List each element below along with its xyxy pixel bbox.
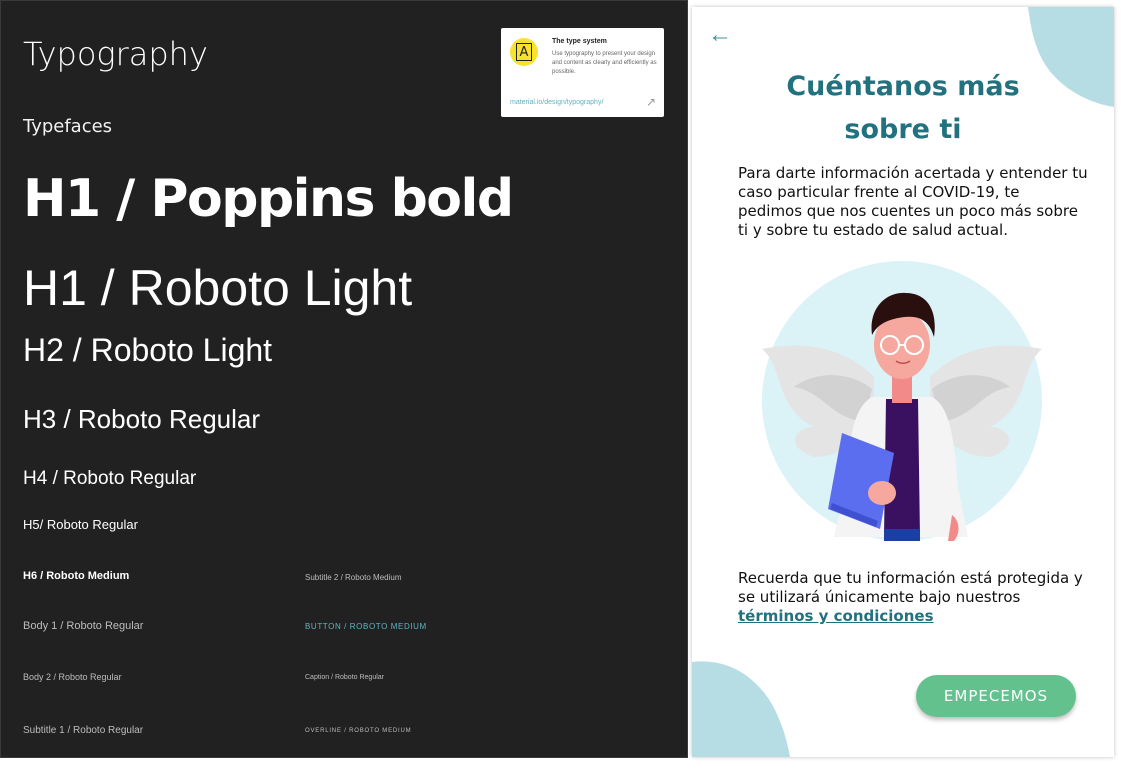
h1-poppins-sample: H1 / Poppins bold bbox=[23, 169, 514, 229]
typography-title: Typography bbox=[23, 35, 208, 73]
typography-panel: Typography Typefaces H1 / Poppins bold H… bbox=[0, 0, 688, 758]
screen-title-line2: sobre ti bbox=[844, 114, 962, 145]
arrow-left-icon[interactable]: ← bbox=[708, 23, 732, 47]
type-badge-letter: A bbox=[516, 43, 532, 61]
h6-sample: H6 / Roboto Medium bbox=[23, 570, 130, 582]
type-system-card[interactable]: A The type system Use typography to pres… bbox=[501, 28, 664, 117]
body2-sample: Body 2 / Roboto Regular bbox=[23, 672, 122, 682]
subtitle2-sample: Subtitle 2 / Roboto Medium bbox=[305, 573, 402, 582]
terms-link[interactable]: términos y condiciones bbox=[738, 607, 934, 625]
button-style-sample: BUTTON / ROBOTO MEDIUM bbox=[305, 622, 427, 631]
type-badge-icon: A bbox=[510, 38, 538, 66]
h4-sample: H4 / Roboto Regular bbox=[23, 468, 197, 489]
caption-sample: Caption / Roboto Regular bbox=[305, 674, 384, 681]
intro-paragraph: Para darte información acertada y entend… bbox=[738, 164, 1088, 239]
card-link[interactable]: material.io/design/typography/ bbox=[510, 99, 603, 106]
screen-title-line1: Cuéntanos más bbox=[786, 71, 1020, 102]
typefaces-heading: Typefaces bbox=[23, 116, 113, 137]
start-button[interactable]: EMPECEMOS bbox=[916, 675, 1076, 717]
h1-roboto-sample: H1 / Roboto Light bbox=[23, 260, 413, 316]
card-description: Use typography to present your design an… bbox=[552, 51, 657, 75]
h2-sample: H2 / Roboto Light bbox=[23, 332, 273, 368]
privacy-notice: Recuerda que tu información está protegi… bbox=[738, 569, 1088, 626]
h5-sample: H5/ Roboto Regular bbox=[23, 517, 138, 532]
screen-title: Cuéntanos más sobre ti bbox=[692, 65, 1114, 151]
privacy-text: Recuerda que tu información está protegi… bbox=[738, 569, 1083, 606]
arrow-up-right-icon[interactable]: ↗ bbox=[646, 95, 656, 109]
card-title: The type system bbox=[552, 38, 607, 45]
overline-sample: OVERLINE / ROBOTO MEDIUM bbox=[305, 728, 412, 734]
doctor-illustration bbox=[754, 261, 1054, 547]
body1-sample: Body 1 / Roboto Regular bbox=[23, 620, 144, 632]
onboarding-screen: ← Cuéntanos más sobre ti Para darte info… bbox=[692, 7, 1114, 757]
subtitle1-sample: Subtitle 1 / Roboto Regular bbox=[23, 725, 144, 736]
h3-sample: H3 / Roboto Regular bbox=[23, 404, 261, 434]
